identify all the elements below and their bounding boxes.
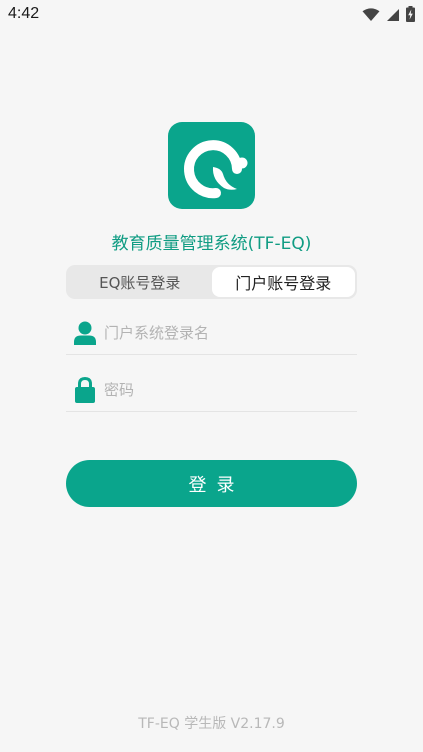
username-field: [66, 311, 357, 355]
username-input[interactable]: [104, 323, 357, 342]
wifi-icon: [362, 7, 380, 26]
lock-icon: [66, 376, 104, 403]
signal-icon: [386, 7, 400, 26]
status-icons: [362, 6, 415, 26]
password-input[interactable]: [104, 380, 357, 399]
status-time: 4:42: [8, 5, 40, 22]
password-field: [66, 368, 357, 412]
tab-eq-account[interactable]: EQ账号登录: [68, 267, 212, 297]
app-title: 教育质量管理系统(TF-EQ): [111, 234, 312, 254]
user-icon: [66, 321, 104, 345]
version-label: TF-EQ 学生版 V2.17.9: [138, 716, 285, 732]
login-button[interactable]: 登录: [66, 460, 357, 507]
tab-portal-account[interactable]: 门户账号登录: [211, 267, 355, 297]
app-logo: [168, 122, 255, 209]
battery-charging-icon: [406, 6, 415, 26]
login-tabs: EQ账号登录 门户账号登录: [66, 265, 357, 299]
status-bar: 4:42: [0, 0, 423, 32]
